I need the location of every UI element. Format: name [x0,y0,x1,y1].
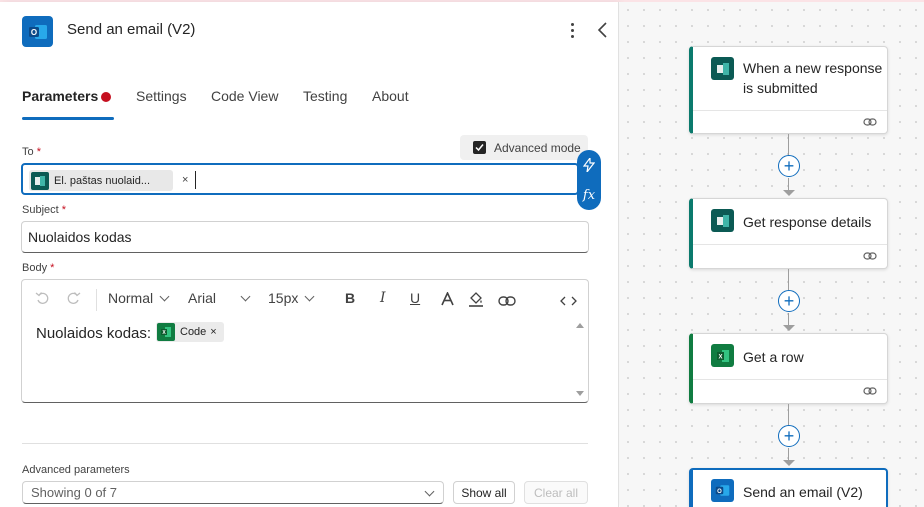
clear-all-button[interactable]: Clear all [524,481,588,504]
connector-line [788,448,789,460]
advanced-parameters-value: Showing 0 of 7 [31,485,118,500]
svg-text:O: O [717,489,722,495]
underline-icon[interactable]: U [410,290,420,306]
outlook-icon: O [22,16,53,47]
arrow-down-icon [783,460,795,466]
show-all-button[interactable]: Show all [453,481,515,504]
step-title: Send an email (V2) [743,484,863,500]
body-text[interactable]: Nuolaidos kodas: [36,325,151,342]
more-options-icon[interactable] [563,18,581,42]
link-icon [863,118,877,126]
body-label: Body * [22,262,55,274]
tab-parameters-label: Parameters [22,88,99,104]
flow-step-trigger[interactable]: When a new response is submitted [689,46,888,134]
step-title: Get response details [743,214,872,230]
excel-icon: X [711,344,734,367]
section-divider [22,443,588,444]
code-view-icon[interactable] [560,293,577,309]
card-divider [693,110,887,111]
paragraph-style-dropdown[interactable]: Normal [108,290,170,306]
chevron-down-icon [240,291,251,302]
link-icon [863,387,877,395]
advanced-parameters-label: Advanced parameters [22,464,130,476]
checkbox-checked-icon[interactable] [473,141,486,154]
scroll-up-icon[interactable] [576,323,584,328]
undo-icon[interactable] [35,290,50,308]
font-size-dropdown[interactable]: 15px [268,290,315,306]
dynamic-content-buttons: fx [577,150,601,210]
font-family-dropdown[interactable]: Arial [188,290,251,306]
to-token-remove-icon[interactable]: × [182,174,188,186]
expression-fx-icon[interactable]: fx [577,180,601,210]
flow-step-get-row[interactable]: X Get a row [689,333,888,404]
to-field[interactable]: El. paštas nuolaid... × [21,163,579,195]
toolbar-divider [96,289,97,311]
tab-about[interactable]: About [372,88,409,120]
excel-icon: X [157,323,175,341]
subject-label: Subject * [22,204,67,216]
to-dynamic-token[interactable]: El. paštas nuolaid... [29,170,173,191]
dynamic-content-icon[interactable] [577,150,601,180]
advanced-parameters-select[interactable]: Showing 0 of 7 [22,481,444,504]
chevron-down-icon [304,291,315,302]
to-label: To * [22,146,41,158]
advanced-mode-label: Advanced mode [494,140,581,155]
text-cursor [195,171,196,189]
forms-icon [31,171,49,190]
body-editor[interactable]: Normal Arial 15px B I U Nuolaidos kodas:… [21,279,589,403]
link-icon[interactable] [498,293,516,309]
subject-input[interactable]: Nuolaidos kodas [21,221,589,253]
font-size-value: 15px [268,290,299,306]
tab-parameters[interactable]: Parameters [22,88,115,120]
step-title: Get a row [743,349,804,365]
highlight-color-icon[interactable] [468,291,484,310]
flow-step-send-email[interactable]: O Send an email (V2) [689,468,888,507]
svg-text:O: O [30,28,36,37]
tab-code-view[interactable]: Code View [211,88,278,120]
add-step-button[interactable]: + [778,425,800,447]
advanced-mode-toggle[interactable]: Advanced mode [460,135,588,160]
error-indicator-icon [101,92,111,102]
body-token-remove-icon[interactable]: × [210,326,216,338]
body-dynamic-token[interactable]: X Code × [156,322,224,342]
flow-step-get-response[interactable]: Get response details [689,198,888,269]
panel-title: Send an email (V2) [67,21,196,38]
add-step-button[interactable]: + [778,290,800,312]
chevron-down-icon [424,486,435,497]
arrow-down-icon [783,325,795,331]
bold-icon[interactable]: B [345,290,355,306]
to-token-label: El. paštas nuolaid... [54,174,151,187]
card-divider [693,244,887,245]
svg-text:X: X [718,354,722,360]
forms-icon [711,57,734,80]
connector-line [788,178,789,190]
action-config-panel: O Send an email (V2) Parameters Settings… [0,2,619,507]
card-divider [693,379,887,380]
font-family-value: Arial [188,290,217,306]
collapse-panel-icon[interactable] [596,20,610,40]
add-step-button[interactable]: + [778,155,800,177]
outlook-icon: O [711,479,734,502]
link-icon [863,252,877,260]
connector-line [788,313,789,325]
italic-icon[interactable]: I [380,290,386,306]
chevron-down-icon [159,291,170,302]
forms-icon [711,209,734,232]
arrow-down-icon [783,190,795,196]
paragraph-style-value: Normal [108,290,154,306]
tab-testing[interactable]: Testing [303,88,347,120]
step-title: When a new response is submitted [743,60,883,96]
redo-icon[interactable] [66,290,81,308]
font-color-icon[interactable] [441,291,454,309]
scrollbar[interactable] [574,323,586,401]
connector-line [788,404,789,426]
scroll-down-icon[interactable] [576,391,584,396]
body-token-label: Code [180,326,207,338]
connector-line [788,269,789,291]
tab-settings[interactable]: Settings [136,88,187,120]
connector-line [788,134,789,156]
